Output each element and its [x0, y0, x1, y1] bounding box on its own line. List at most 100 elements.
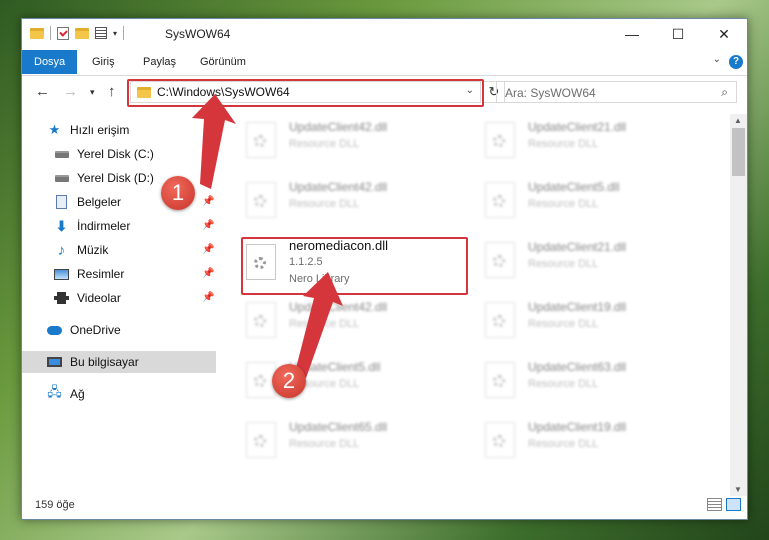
file-name: UpdateClient21.dll — [528, 240, 627, 254]
file-type: Resource DLL — [528, 138, 599, 150]
back-arrow-icon[interactable]: ← — [35, 83, 50, 100]
sidebar-item-label: Hızlı erişim — [70, 123, 130, 137]
toolbar-divider — [123, 26, 125, 40]
window-controls: — ☐ ✕ — [609, 19, 747, 49]
file-type: Resource DLL — [528, 198, 599, 210]
star-icon: ★ — [48, 122, 61, 137]
window-title: SysWOW64 — [165, 27, 231, 41]
pin-icon[interactable]: 📌 — [202, 292, 214, 303]
dll-file-icon — [485, 182, 515, 218]
file-type: Resource DLL — [528, 378, 599, 390]
quick-access-toolbar: ▾ — [30, 26, 125, 40]
sidebar-item-videos[interactable]: Videolar — [54, 287, 121, 309]
sidebar-item-network[interactable]: 🖧 Ağ — [47, 383, 85, 405]
file-type: Resource DLL — [289, 318, 360, 330]
search-box[interactable]: Ara: SysWOW64 ⌕ — [496, 81, 737, 103]
minimize-button[interactable]: — — [609, 19, 655, 49]
sidebar-item-local-disk-c[interactable]: Yerel Disk (C:) — [54, 143, 154, 165]
tab-home[interactable]: Giriş — [92, 50, 115, 74]
file-name: UpdateClient65.dll — [289, 420, 388, 434]
pin-icon[interactable]: 📌 — [202, 244, 214, 255]
recent-locations-chevron-icon[interactable]: ▾ — [90, 87, 95, 98]
downloads-icon: ⬇ — [55, 217, 68, 234]
scroll-up-icon[interactable]: ▲ — [734, 116, 742, 125]
expand-ribbon-chevron-icon[interactable]: ⌄ — [713, 54, 721, 65]
sidebar-item-documents[interactable]: Belgeler — [54, 191, 121, 213]
sidebar-item-local-disk-d[interactable]: Yerel Disk (D:) — [54, 167, 154, 189]
tiles-view-icon[interactable] — [726, 498, 741, 511]
file-type: Resource DLL — [289, 198, 360, 210]
file-item[interactable]: UpdateClient42.dll Resource DLL — [240, 296, 470, 352]
file-type: Resource DLL — [289, 138, 360, 150]
file-name: UpdateClient21.dll — [528, 120, 627, 134]
cloud-icon — [47, 325, 62, 335]
address-bar-highlight — [127, 79, 484, 107]
computer-icon — [47, 357, 62, 367]
file-item[interactable]: UpdateClient19.dll Resource DLL — [479, 296, 709, 352]
file-item[interactable]: UpdateClient65.dll Resource DLL — [240, 416, 470, 472]
file-type: Resource DLL — [289, 438, 360, 450]
tab-share[interactable]: Paylaş — [143, 50, 176, 74]
close-button[interactable]: ✕ — [701, 19, 747, 49]
dll-file-icon — [246, 422, 276, 458]
file-type: Resource DLL — [528, 318, 599, 330]
pin-icon[interactable]: 📌 — [202, 268, 214, 279]
pin-icon[interactable]: 📌 — [202, 148, 214, 159]
toolbar-divider — [50, 26, 51, 40]
network-icon: 🖧 — [47, 384, 62, 399]
view-switcher — [707, 498, 741, 511]
forward-arrow-icon[interactable]: → — [63, 83, 78, 100]
file-name: UpdateClient42.dll — [289, 120, 388, 134]
selected-file-highlight — [241, 237, 468, 295]
properties-check-icon[interactable] — [57, 26, 69, 40]
up-arrow-icon[interactable]: ↑ — [108, 83, 116, 100]
tab-view[interactable]: Görünüm — [200, 50, 246, 74]
sidebar-item-quick-access[interactable]: ★ Hızlı erişim — [47, 119, 130, 141]
help-icon[interactable]: ? — [729, 55, 743, 69]
sidebar-item-label: Müzik — [77, 243, 109, 257]
dll-file-icon — [485, 242, 515, 278]
vertical-scrollbar[interactable]: ▲ ▼ — [730, 114, 747, 496]
pin-icon[interactable]: 📌 — [202, 220, 214, 231]
step-badge-2: 2 — [272, 364, 306, 398]
file-item[interactable]: UpdateClient42.dll Resource DLL — [240, 116, 470, 172]
step-badge-1: 1 — [161, 176, 195, 210]
search-input[interactable]: Ara: SysWOW64 — [505, 86, 596, 100]
file-name: UpdateClient5.dll — [528, 180, 620, 194]
details-view-icon[interactable] — [707, 498, 722, 511]
file-item[interactable]: UpdateClient63.dll Resource DLL — [479, 356, 709, 412]
file-item[interactable]: UpdateClient19.dll Resource DLL — [479, 416, 709, 472]
file-list: UpdateClient42.dll Resource DLL UpdateCl… — [220, 114, 732, 484]
scrollbar-thumb[interactable] — [732, 128, 745, 176]
sidebar-item-downloads[interactable]: ⬇ İndirmeler — [54, 215, 131, 237]
sidebar-item-this-pc[interactable]: Bu bilgisayar — [22, 351, 216, 373]
view-properties-icon[interactable] — [95, 27, 107, 39]
file-name: UpdateClient42.dll — [289, 300, 388, 314]
pin-icon[interactable]: 📌 — [202, 196, 214, 207]
navigation-pane: ★ Hızlı erişim Yerel Disk (C:) 📌 Yerel D… — [22, 114, 216, 486]
customize-toolbar-chevron-icon[interactable]: ▾ — [113, 29, 117, 38]
folder-icon — [30, 27, 44, 39]
tab-file[interactable]: Dosya — [22, 50, 78, 74]
sidebar-item-music[interactable]: ♪ Müzik — [54, 239, 109, 261]
file-type: Resource DLL — [528, 438, 599, 450]
sidebar-item-label: Yerel Disk (D:) — [77, 171, 154, 185]
file-item[interactable]: UpdateClient42.dll Resource DLL — [240, 176, 470, 232]
sidebar-item-label: Belgeler — [77, 195, 122, 209]
file-item[interactable]: UpdateClient21.dll Resource DLL — [479, 236, 709, 292]
pin-icon[interactable]: 📌 — [202, 172, 214, 183]
sidebar-item-label: Videolar — [77, 291, 121, 305]
new-folder-icon[interactable] — [75, 27, 89, 39]
dll-file-icon — [246, 302, 276, 338]
sidebar-item-label: Ağ — [70, 387, 85, 401]
sidebar-item-onedrive[interactable]: OneDrive — [47, 319, 121, 341]
sidebar-item-label: İndirmeler — [77, 219, 131, 233]
sidebar-item-label: OneDrive — [70, 323, 121, 337]
file-name: UpdateClient19.dll — [528, 420, 627, 434]
maximize-button[interactable]: ☐ — [655, 19, 701, 49]
file-item[interactable]: UpdateClient21.dll Resource DLL — [479, 116, 709, 172]
sidebar-item-label: Bu bilgisayar — [70, 355, 139, 369]
explorer-window: ▾ SysWOW64 — ☐ ✕ Dosya Giriş Paylaş Görü… — [21, 18, 748, 520]
sidebar-item-pictures[interactable]: Resimler — [54, 263, 124, 285]
file-item[interactable]: UpdateClient5.dll Resource DLL — [479, 176, 709, 232]
